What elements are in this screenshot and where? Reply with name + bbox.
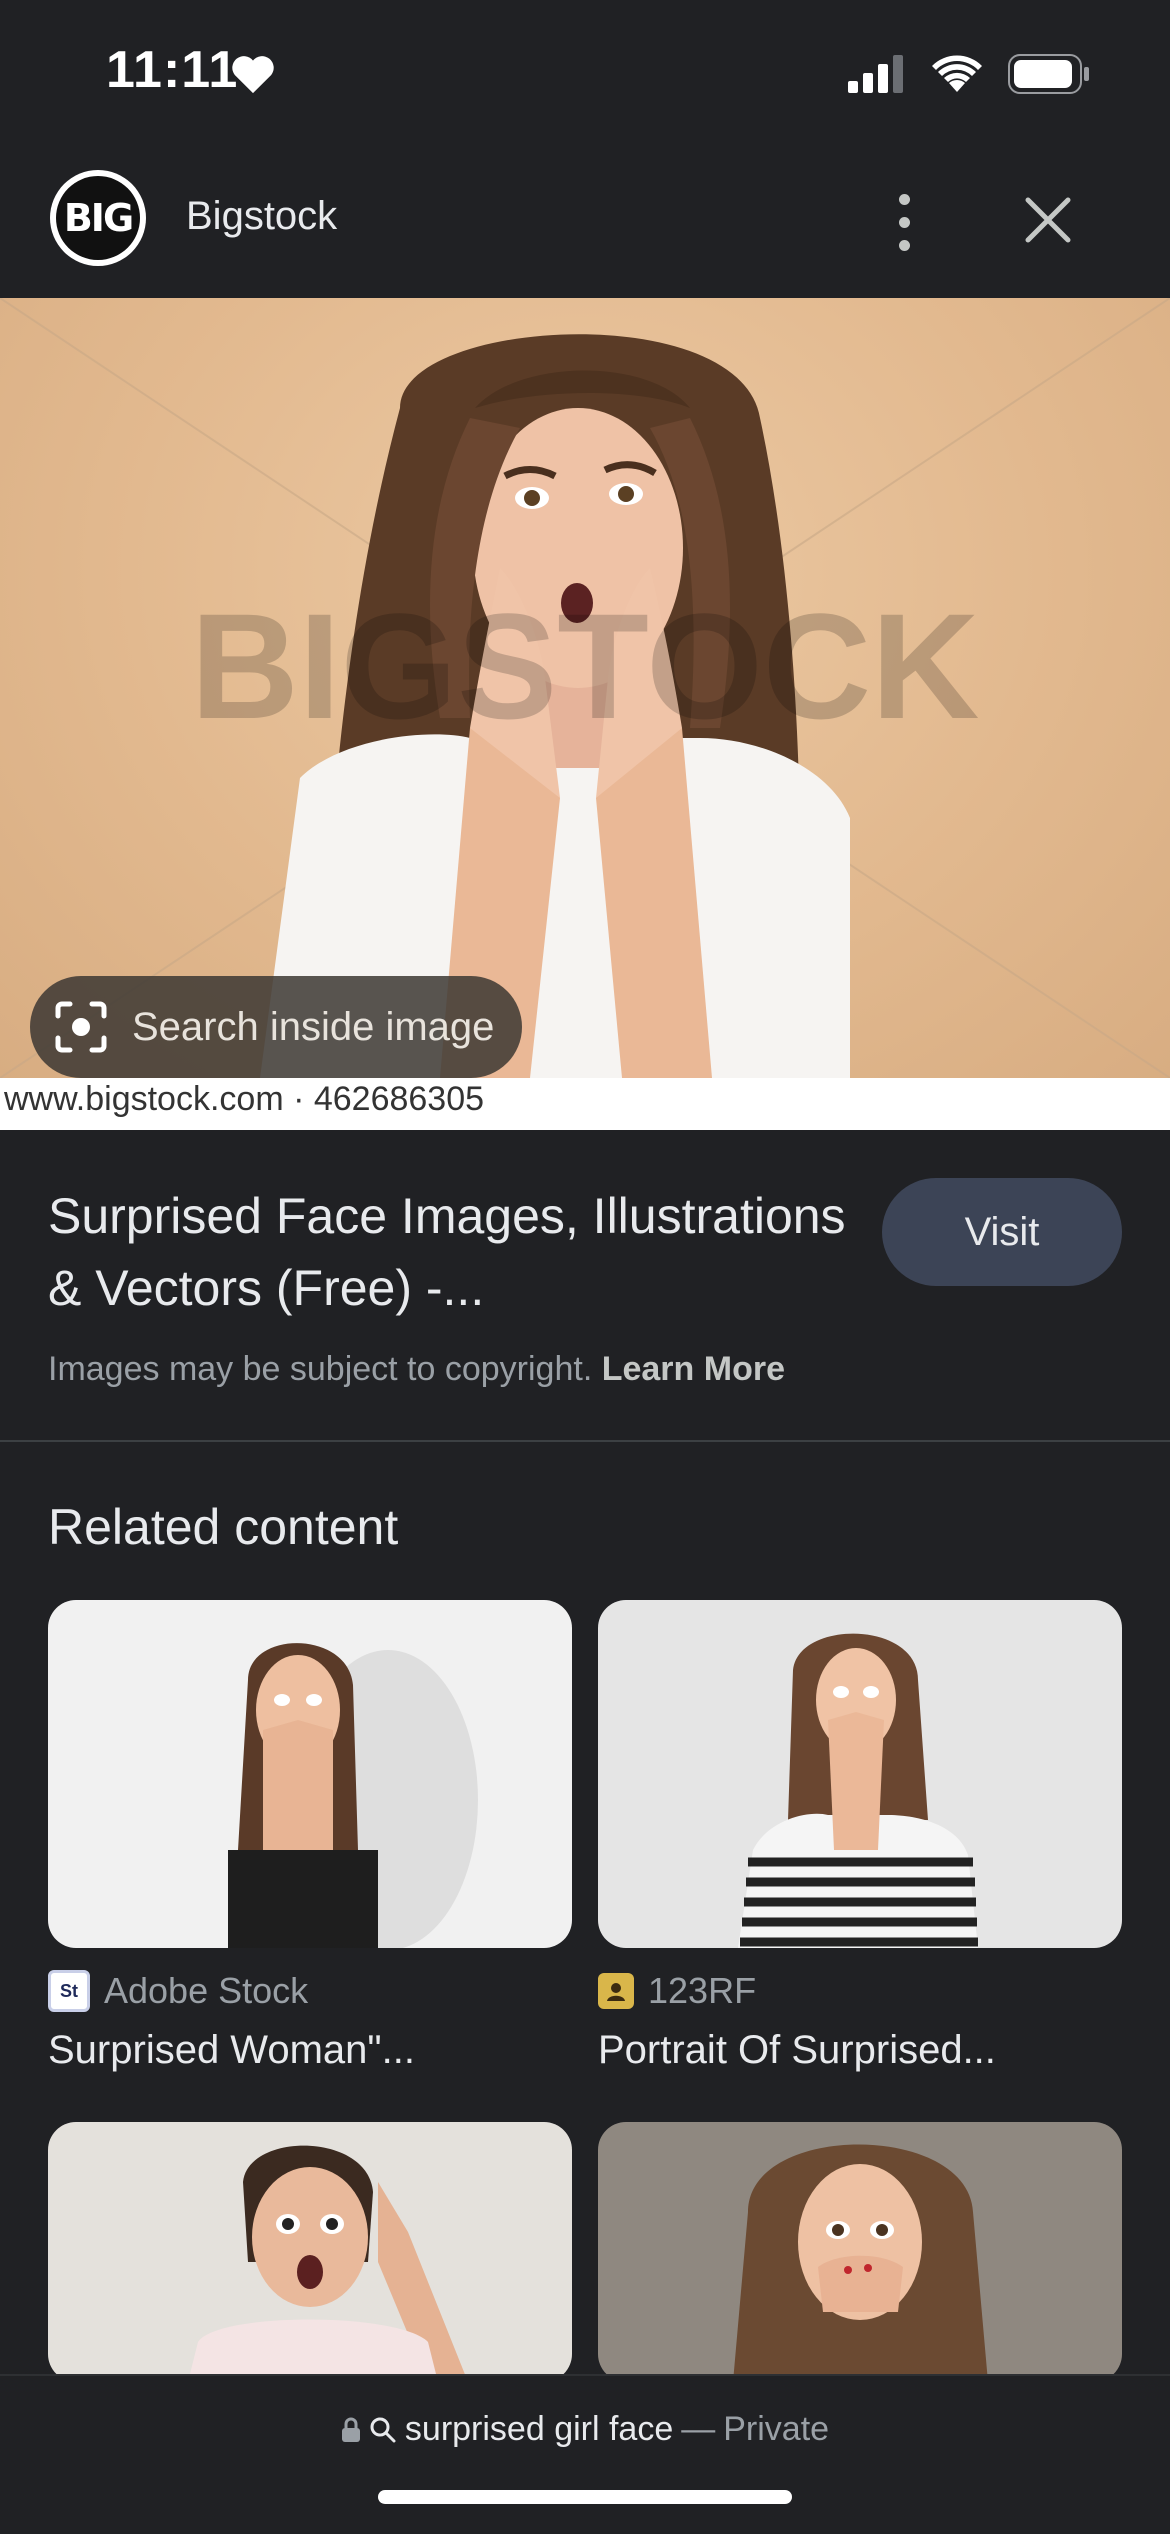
logo-text: BIG xyxy=(63,196,134,240)
adobe-stock-icon: St xyxy=(48,1970,90,2012)
image-caption: www.bigstock.com · 462686305 xyxy=(4,1080,485,1118)
site-name[interactable]: Bigstock xyxy=(186,194,337,239)
more-options-button[interactable] xyxy=(880,182,928,262)
related-title-1[interactable]: Surprised Woman"... xyxy=(48,2028,415,2073)
lens-icon xyxy=(55,1001,107,1053)
woman-covering-mouth-photo xyxy=(228,1643,478,1948)
bottom-bar xyxy=(0,2374,1170,2534)
search-query: surprised girl face xyxy=(404,2410,674,2448)
related-source-2[interactable]: 123RF xyxy=(598,1970,756,2012)
123rf-icon xyxy=(598,1973,634,2009)
copyright-notice: Images may be subject to copyright. Lear… xyxy=(48,1350,785,1389)
result-title[interactable]: Surprised Face Images, Illustrations & V… xyxy=(48,1180,848,1324)
related-thumb-4[interactable] xyxy=(598,2122,1122,2382)
separator: — xyxy=(681,2410,716,2448)
private-label: Private xyxy=(723,2410,830,2448)
related-source-1[interactable]: St Adobe Stock xyxy=(48,1970,308,2012)
learn-more-link[interactable]: Learn More xyxy=(602,1350,785,1388)
lock-icon xyxy=(341,2417,360,2442)
related-thumb-2[interactable] xyxy=(598,1600,1122,1948)
close-icon[interactable] xyxy=(1016,188,1080,252)
related-thumb-3[interactable] xyxy=(48,2122,572,2382)
home-indicator[interactable] xyxy=(378,2490,792,2504)
site-logo[interactable]: BIG xyxy=(50,170,146,266)
visit-button[interactable]: Visit xyxy=(882,1178,1122,1286)
woman-curly-hair-photo xyxy=(733,2144,988,2382)
search-inside-image-label: Search inside image xyxy=(132,1004,495,1049)
cellular-signal-icon xyxy=(848,55,903,93)
status-time: 11:11 xyxy=(106,41,239,99)
search-icon xyxy=(370,2417,396,2442)
related-thumb-1[interactable] xyxy=(48,1600,572,1948)
surprised-woman-open-mouth-photo xyxy=(188,2145,468,2382)
status-icons xyxy=(848,54,1090,94)
related-content-heading: Related content xyxy=(48,1499,399,1555)
preview-image[interactable]: BIGSTOCK xyxy=(0,298,1170,1078)
related-source-name-1: Adobe Stock xyxy=(104,1970,309,2011)
search-query-bar[interactable]: surprised girl face — Private xyxy=(0,2410,1170,2449)
copyright-text: Images may be subject to copyright. xyxy=(48,1350,593,1388)
related-title-2[interactable]: Portrait Of Surprised... xyxy=(598,2028,996,2073)
surprised-woman-photo: BIGSTOCK xyxy=(0,298,1170,1078)
search-inside-image-button[interactable]: Search inside image xyxy=(30,976,522,1078)
battery-icon xyxy=(1008,54,1089,94)
wifi-icon xyxy=(932,55,982,92)
woman-striped-shirt-photo xyxy=(738,1633,978,1948)
watermark-text: BIGSTOCK xyxy=(191,582,980,750)
heart-icon xyxy=(232,56,274,94)
divider xyxy=(0,1440,1170,1442)
related-source-name-2: 123RF xyxy=(648,1970,757,2011)
